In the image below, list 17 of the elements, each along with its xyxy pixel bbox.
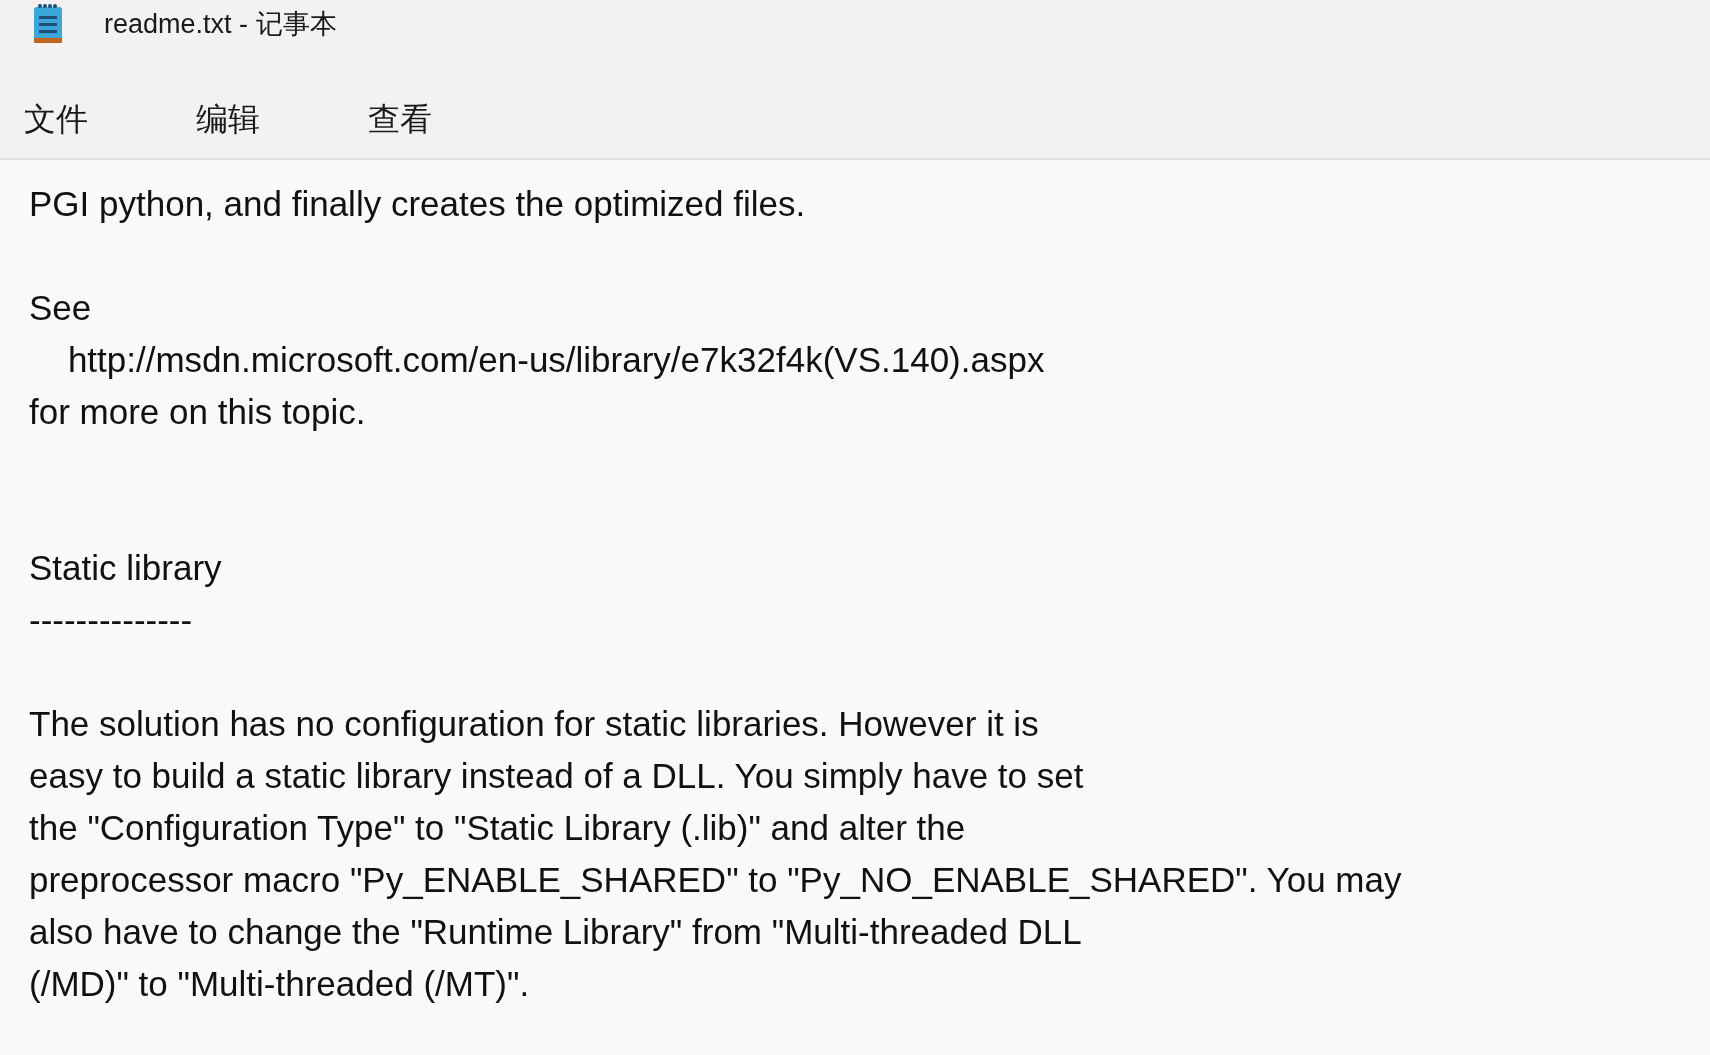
menu-item[interactable]: 编辑	[180, 90, 276, 150]
text-line: for more on this topic.	[29, 391, 366, 433]
text-line: the "Configuration Type" to "Static Library (.lib)" and alter the	[29, 807, 966, 849]
text-line: easy to build a static library instead of a DLL. You simply have to set	[29, 755, 1084, 797]
text-line: PGI python, and finally creates the optimized files.	[29, 183, 806, 225]
text-line: also have to change the "Runtime Library" from "Multi-threaded DLL	[29, 911, 1082, 953]
text-line: http://msdn.microsoft.com/en-us/library/e7k32f4k(VS.140).aspx	[66, 339, 1045, 381]
text-line: See	[29, 287, 92, 329]
text-line: The solution has no configuration for static libraries. However it is	[29, 703, 1039, 745]
text-line: preprocessor macro "Py_ENABLE_SHARED" to "Py_NO_ENABLE_SHARED". You may	[29, 859, 1402, 901]
menu-item[interactable]: 文件	[8, 90, 104, 150]
notepad-icon	[32, 3, 64, 45]
text-line: --------------	[29, 599, 193, 641]
text-line: Static library	[29, 547, 222, 589]
menu-item[interactable]: 查看	[352, 90, 448, 150]
text-line: (/MD)" to "Multi-threaded (/MT)".	[29, 963, 530, 1005]
window-title: readme.txt - 记事本	[104, 8, 337, 41]
